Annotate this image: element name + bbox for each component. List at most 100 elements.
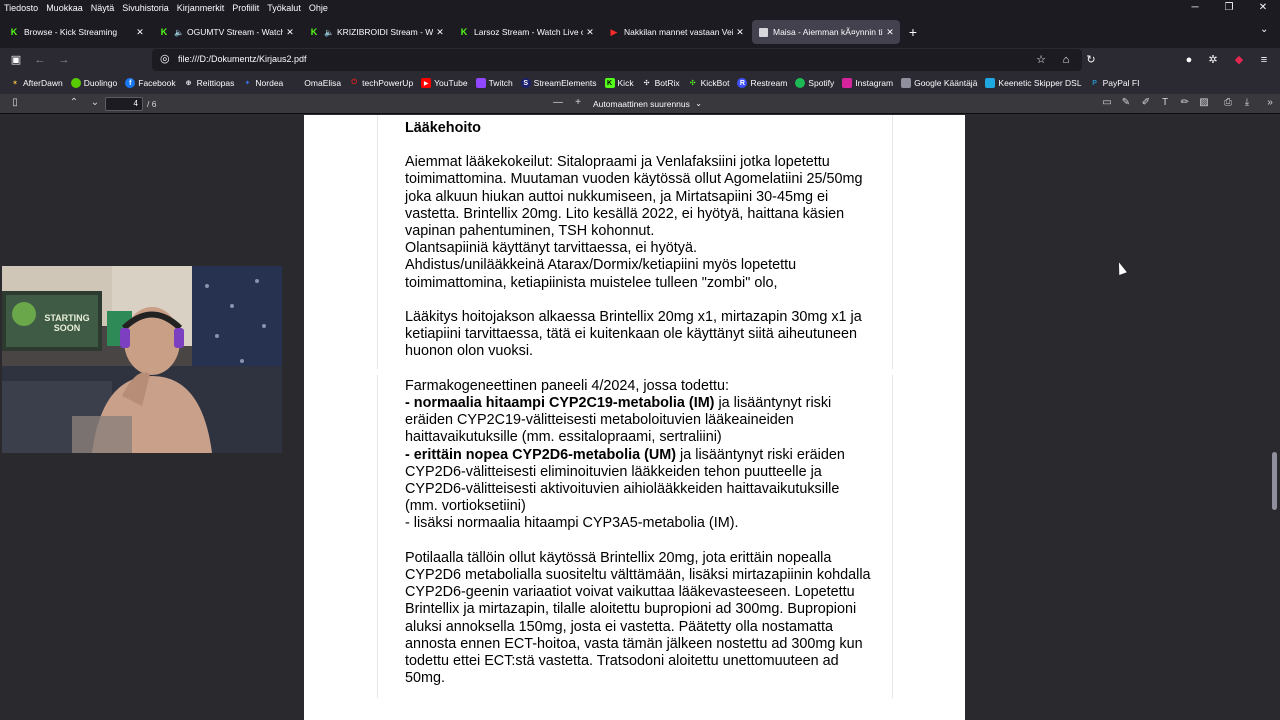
webcam-sign-text: STARTING SOON xyxy=(44,313,90,333)
zoom-out-icon[interactable]: — xyxy=(551,97,565,108)
scrollbar[interactable] xyxy=(1270,115,1280,720)
bookmark-afterdawn[interactable]: ✶ AfterDawn xyxy=(10,78,63,88)
comment-icon[interactable]: ▭ xyxy=(1100,97,1114,108)
menu-edit[interactable]: Muokkaa xyxy=(42,3,87,13)
account-icon[interactable]: ● xyxy=(1181,52,1197,68)
zoom-in-icon[interactable]: + xyxy=(571,97,585,108)
close-tab-icon[interactable]: ✕ xyxy=(583,27,597,38)
close-tab-icon[interactable]: ✕ xyxy=(883,27,897,38)
sidebar-toggle-icon[interactable]: ▣ xyxy=(8,52,24,68)
image-icon[interactable]: ▨ xyxy=(1197,97,1211,108)
bookmark-facebook[interactable]: f Facebook xyxy=(125,78,176,88)
bookmark-twitch[interactable]: Twitch xyxy=(475,78,513,88)
previous-page-icon[interactable]: ⌃ xyxy=(67,97,81,108)
bookmark-youtube[interactable]: ▶ YouTube xyxy=(421,78,468,88)
restore-icon[interactable]: ❐ xyxy=(1212,0,1246,16)
print-icon[interactable]: ⎙ xyxy=(1221,97,1235,108)
next-page-icon[interactable]: ⌄ xyxy=(88,97,102,108)
zoom-select[interactable]: Automaattinen suurennus ⌄ xyxy=(588,97,708,111)
text-line: Aiemmat lääkekokeilut: Sitalopraami ja V… xyxy=(405,154,830,171)
bookmark-label: Google Kääntäjä xyxy=(914,78,978,88)
signature-icon[interactable]: ✎ xyxy=(1119,97,1133,108)
tab-nakkilan[interactable]: ▶ Nakkilan mannet vastaan Veikk ✕ xyxy=(602,20,750,44)
back-icon[interactable]: ← xyxy=(32,52,48,68)
menu-profiles[interactable]: Profiilit xyxy=(228,3,263,13)
text-line: CYP2D6 metabolialla suositeltu välttämää… xyxy=(405,567,871,584)
new-tab-icon[interactable]: + xyxy=(905,24,921,40)
text-line: - normaalia hitaampi CYP2C19-metabolia (… xyxy=(405,395,885,412)
twitch-icon xyxy=(475,78,486,88)
section-heading: Lääkehoito xyxy=(405,120,481,136)
bookmark-kick[interactable]: K Kick xyxy=(604,78,634,88)
scrollbar-thumb[interactable] xyxy=(1272,452,1277,510)
draw-icon[interactable]: ✏ xyxy=(1178,97,1192,108)
bookmark-reittiopas[interactable]: ⊕ Reittiopas xyxy=(184,78,235,88)
bookmark-instagram[interactable]: Instagram xyxy=(842,78,893,88)
home-icon[interactable]: ⌂ xyxy=(1058,52,1074,68)
text-span: ja lisääntynyt riski eräiden xyxy=(676,446,845,463)
text-line: CYP2D6-geenin variaatiot voivat vaikutta… xyxy=(405,584,855,601)
highlight-icon[interactable]: ✐ xyxy=(1139,97,1153,108)
bookmark-label: Kick xyxy=(617,78,634,88)
speaker-icon[interactable]: 🔈 xyxy=(174,28,184,37)
url-bar[interactable]: ◎ file:///D:/Dokumentz/Kirjaus2.pdf xyxy=(152,49,1082,71)
pdf-toolbar: ▯ ⌃ ⌄ 4 / 6 — + Automaattinen suurennus … xyxy=(0,94,1280,114)
page-total: / 6 xyxy=(147,99,157,109)
tab-title: Maisa - Aiemman kÃ¤ynnin tied xyxy=(773,27,883,37)
menu-file[interactable]: Tiedosto xyxy=(0,3,42,13)
sidebar-toggle-icon[interactable]: ▯ xyxy=(8,97,22,108)
page-info-icon[interactable]: ◎ xyxy=(160,52,170,65)
menu-help[interactable]: Ohje xyxy=(305,3,332,13)
bookmark-label: BotRix xyxy=(654,78,680,88)
menu-tools[interactable]: Työkalut xyxy=(263,3,305,13)
text-icon[interactable]: T xyxy=(1158,97,1172,108)
text-line: - lisäksi normaalia hitaampi CYP3A5-meta… xyxy=(405,515,739,532)
bookmark-techpowerup[interactable]: ⏻ techPowerUp xyxy=(349,78,413,88)
bookmark-duolingo[interactable]: Duolingo xyxy=(70,78,117,88)
window-controls: ─ ❐ ✕ xyxy=(1178,0,1280,16)
webcam-overlay: STARTING SOON xyxy=(2,266,282,453)
extensions-icon[interactable]: ✲ xyxy=(1205,52,1221,68)
menu-hamburger-icon[interactable]: ≡ xyxy=(1256,52,1272,68)
tab-ogumtv[interactable]: K 🔈 OGUMTV Stream - Watch L ✕ xyxy=(152,20,300,44)
bookmark-keenetic[interactable]: Keenetic Skipper DSL xyxy=(985,78,1082,88)
bookmark-kickbot[interactable]: ✣ KickBot xyxy=(688,78,730,88)
nordea-icon: ✦ xyxy=(244,80,251,87)
reload-icon[interactable]: ↻ xyxy=(1083,52,1099,68)
page-number-input[interactable]: 4 xyxy=(105,97,143,111)
menu-bookmarks[interactable]: Kirjanmerkit xyxy=(173,3,229,13)
tab-browse-kick[interactable]: K Browse - Kick Streaming ✕ xyxy=(2,20,150,44)
bookmark-label: PayPal FI xyxy=(1102,78,1140,88)
bookmark-star-icon[interactable]: ☆ xyxy=(1033,52,1049,68)
paypal-icon: P xyxy=(1092,79,1097,87)
instagram-icon xyxy=(842,78,853,88)
close-tab-icon[interactable]: ✕ xyxy=(433,27,447,38)
tab-maisa[interactable]: Maisa - Aiemman kÃ¤ynnin tied ✕ xyxy=(752,20,900,44)
bookmark-nordea[interactable]: ✦ Nordea xyxy=(242,78,283,88)
bookmark-botrix[interactable]: ✣ BotRix xyxy=(642,78,680,88)
bookmark-streamelements[interactable]: S StreamElements xyxy=(520,78,597,88)
bookmark-restream[interactable]: R Restream xyxy=(737,78,787,88)
forward-icon[interactable]: → xyxy=(56,52,72,68)
bookmark-google-translate[interactable]: Google Kääntäjä xyxy=(901,78,977,88)
restream-icon: R xyxy=(737,78,748,88)
tab-krizibroidi[interactable]: K 🔈 KRIZIBROIDI Stream - Watc ✕ xyxy=(302,20,450,44)
save-icon[interactable]: ⤓ xyxy=(1240,97,1254,108)
tools-menu-icon[interactable]: » xyxy=(1263,97,1277,108)
close-window-icon[interactable]: ✕ xyxy=(1246,0,1280,16)
text-line: Potilaalla tällöin ollut käytössä Brinte… xyxy=(405,549,832,566)
close-tab-icon[interactable]: ✕ xyxy=(283,27,297,38)
ublock-icon[interactable]: ◆ xyxy=(1231,52,1247,68)
close-tab-icon[interactable]: ✕ xyxy=(733,27,747,38)
bookmark-paypal[interactable]: P PayPal FI xyxy=(1090,78,1140,88)
bookmark-spotify[interactable]: Spotify xyxy=(795,78,834,88)
bookmark-omaelisa[interactable]: · OmaElisa xyxy=(291,78,341,88)
speaker-icon[interactable]: 🔈 xyxy=(324,28,334,37)
tab-larsoz[interactable]: K Larsoz Stream - Watch Live on K ✕ xyxy=(452,20,600,44)
menu-history[interactable]: Sivuhistoria xyxy=(118,3,173,13)
bookmark-label: YouTube xyxy=(434,78,468,88)
close-tab-icon[interactable]: ✕ xyxy=(133,27,147,38)
menu-view[interactable]: Näytä xyxy=(87,3,119,13)
list-all-tabs-icon[interactable]: ⌄ xyxy=(1260,24,1268,35)
minimize-icon[interactable]: ─ xyxy=(1178,0,1212,16)
